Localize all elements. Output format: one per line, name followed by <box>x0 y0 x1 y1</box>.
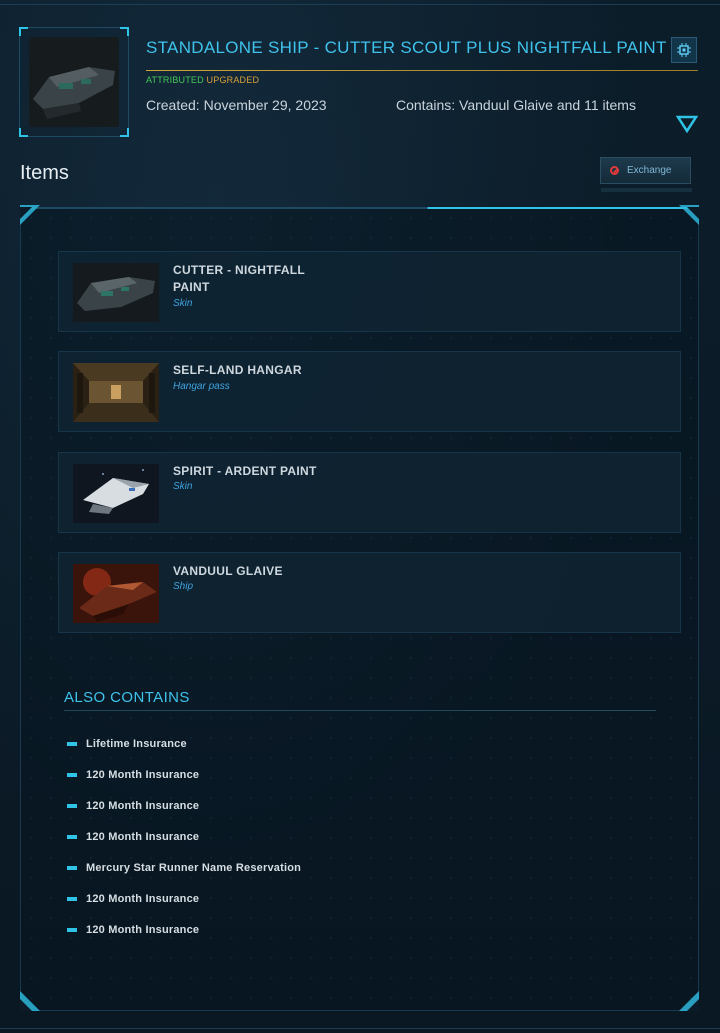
ship-image <box>29 37 119 127</box>
also-contains-divider <box>64 710 656 711</box>
bullet-icon <box>67 866 77 870</box>
item-type: Hangar pass <box>173 381 230 392</box>
triangle-down-icon <box>675 115 699 134</box>
item-thumbnail <box>73 564 159 623</box>
contains-summary: Contains: Vanduul Glaive and 11 items <box>396 97 636 113</box>
also-contains-label: 120 Month Insurance <box>86 831 200 843</box>
panel-corner-cutout <box>687 999 699 1011</box>
also-contains-label: 120 Month Insurance <box>86 893 200 905</box>
item-name: SELF-LAND HANGAR <box>173 363 302 377</box>
also-contains-heading: ALSO CONTAINS <box>64 689 190 706</box>
top-divider <box>0 4 720 5</box>
title-divider <box>146 70 698 71</box>
also-contains-item: Lifetime Insurance <box>67 737 187 751</box>
expand-button[interactable] <box>675 114 699 134</box>
pledge-page: STANDALONE SHIP - CUTTER SCOUT PLUS NIGH… <box>0 0 720 1033</box>
panel-corner-cutout <box>20 207 32 219</box>
bullet-icon <box>67 773 77 777</box>
also-contains-item: Mercury Star Runner Name Reservation <box>67 861 301 875</box>
also-contains-label: 120 Month Insurance <box>86 769 200 781</box>
panel-corner-cutout <box>687 207 699 219</box>
bullet-icon <box>67 928 77 932</box>
item-card[interactable]: SPIRIT - ARDENT PAINT Skin <box>58 452 681 533</box>
created-date: Created: November 29, 2023 <box>146 97 327 113</box>
frame-corner <box>120 128 129 137</box>
also-contains-item: 120 Month Insurance <box>67 892 199 906</box>
exchange-button[interactable]: Exchange <box>600 157 692 192</box>
status-attributed: ATTRIBUTED <box>146 75 204 85</box>
item-name: SPIRIT - ARDENT PAINT <box>173 464 317 478</box>
exchange-label: Exchange <box>627 165 672 176</box>
also-contains-label: Lifetime Insurance <box>86 738 187 750</box>
item-type: Skin <box>173 298 193 309</box>
panel-top-border <box>20 207 699 209</box>
bullet-icon <box>67 835 77 839</box>
pledge-title: STANDALONE SHIP - CUTTER SCOUT PLUS NIGH… <box>146 38 667 57</box>
panel-corner-cutout <box>20 999 32 1011</box>
button-shadow <box>601 188 692 192</box>
item-type: Skin <box>173 481 193 492</box>
item-card[interactable]: SELF-LAND HANGAR Hangar pass <box>58 351 681 432</box>
also-contains-label: Mercury Star Runner Name Reservation <box>86 862 302 874</box>
bottom-divider <box>0 1028 720 1029</box>
bullet-icon <box>67 742 77 746</box>
item-thumbnail <box>73 464 159 523</box>
item-thumbnail <box>73 363 159 422</box>
also-contains-item: 120 Month Insurance <box>67 768 199 782</box>
also-contains-item: 120 Month Insurance <box>67 799 199 813</box>
chip-icon <box>677 43 691 57</box>
item-type: Ship <box>173 581 194 592</box>
item-thumbnail <box>73 263 159 322</box>
item-name: VANDUUL GLAIVE <box>173 564 283 578</box>
also-contains-label: 120 Month Insurance <box>86 800 200 812</box>
also-contains-item: 120 Month Insurance <box>67 923 199 937</box>
also-contains-label: 120 Month Insurance <box>86 924 200 936</box>
no-entry-icon <box>610 166 619 175</box>
item-card[interactable]: VANDUUL GLAIVE Ship <box>58 552 681 633</box>
items-heading: Items <box>20 162 69 184</box>
item-card[interactable]: CUTTER - NIGHTFALL PAINT Skin <box>58 251 681 332</box>
status-upgraded: UPGRADED <box>206 75 260 85</box>
bullet-icon <box>67 804 77 808</box>
frame-corner <box>19 128 28 137</box>
frame-corner <box>19 27 28 36</box>
chip-button[interactable] <box>671 37 697 63</box>
bullet-icon <box>67 897 77 901</box>
pledge-thumbnail <box>19 27 129 137</box>
status-badges: ATTRIBUTED UPGRADED <box>146 75 259 85</box>
frame-corner <box>120 27 129 36</box>
also-contains-item: 120 Month Insurance <box>67 830 199 844</box>
item-name: CUTTER - NIGHTFALL PAINT <box>173 263 305 294</box>
